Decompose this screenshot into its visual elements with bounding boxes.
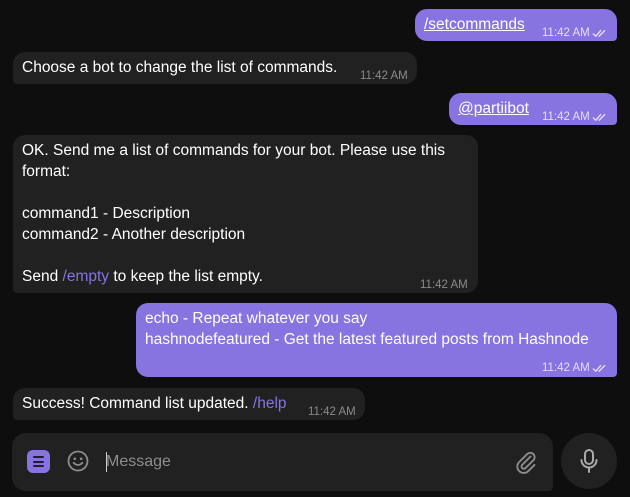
message-time: 11:42 AM [360, 70, 408, 82]
message-text: echo - Repeat whatever you say hashnodef… [145, 308, 589, 350]
message-text-segment: Send [22, 268, 63, 285]
message-line: OK. Send me a list of commands for your … [22, 142, 446, 159]
read-ticks-icon [592, 113, 606, 122]
message-text: OK. Send me a list of commands for your … [22, 140, 445, 287]
message-time: 11:42 AM [542, 27, 590, 39]
message-meta: 11:42 AM [542, 23, 608, 44]
message-line: command1 - Description [22, 205, 190, 222]
message-line: command2 - Another description [22, 226, 246, 243]
message-line: echo - Repeat whatever you say [145, 310, 368, 327]
microphone-icon [580, 449, 598, 473]
message-time: 11:42 AM [542, 362, 590, 374]
chat-history: /setcommands 11:42 AM Choose a bot to ch… [0, 0, 630, 430]
message-text: Choose a bot to change the list of comma… [22, 59, 338, 76]
mention-link[interactable]: @partiibot [458, 98, 529, 119]
command-link[interactable]: /empty [63, 268, 110, 285]
outgoing-message: /setcommands 11:42 AM [415, 9, 617, 41]
message-line: hashnodefeatured - Get the latest featur… [145, 331, 589, 348]
read-ticks-icon [592, 29, 606, 38]
message-composer [12, 433, 553, 491]
message-meta: 11:42 AM [542, 358, 608, 379]
paperclip-icon[interactable] [514, 449, 538, 475]
message-line: format: [22, 163, 71, 180]
outgoing-message: @partiibot 11:42 AM [449, 93, 617, 125]
message-time: 11:42 AM [308, 406, 356, 418]
incoming-message: Choose a bot to change the list of comma… [13, 52, 417, 84]
message-time: 11:42 AM [420, 279, 468, 291]
message-text: Success! Command list updated. /help [22, 393, 287, 414]
command-link[interactable]: /setcommands [424, 14, 525, 35]
message-meta: 11:42 AM [542, 107, 608, 128]
message-time: 11:42 AM [542, 111, 590, 123]
text-caret [106, 452, 107, 472]
command-link[interactable]: /help [253, 395, 287, 412]
message-line: Send /empty to keep the list empty. [22, 266, 445, 287]
read-ticks-icon [592, 364, 606, 373]
message-text-segment: to keep the list empty. [109, 268, 263, 285]
emoji-icon[interactable] [66, 449, 90, 473]
incoming-message: OK. Send me a list of commands for your … [13, 135, 478, 293]
message-line [22, 245, 445, 266]
message-input[interactable] [106, 450, 496, 474]
outgoing-message: echo - Repeat whatever you say hashnodef… [136, 303, 617, 377]
incoming-message: Success! Command list updated. /help 11:… [13, 388, 365, 420]
bot-menu-icon[interactable] [27, 450, 50, 473]
message-text-segment: Success! Command list updated. [22, 395, 253, 412]
message-line [22, 182, 445, 203]
microphone-button[interactable] [561, 433, 617, 489]
